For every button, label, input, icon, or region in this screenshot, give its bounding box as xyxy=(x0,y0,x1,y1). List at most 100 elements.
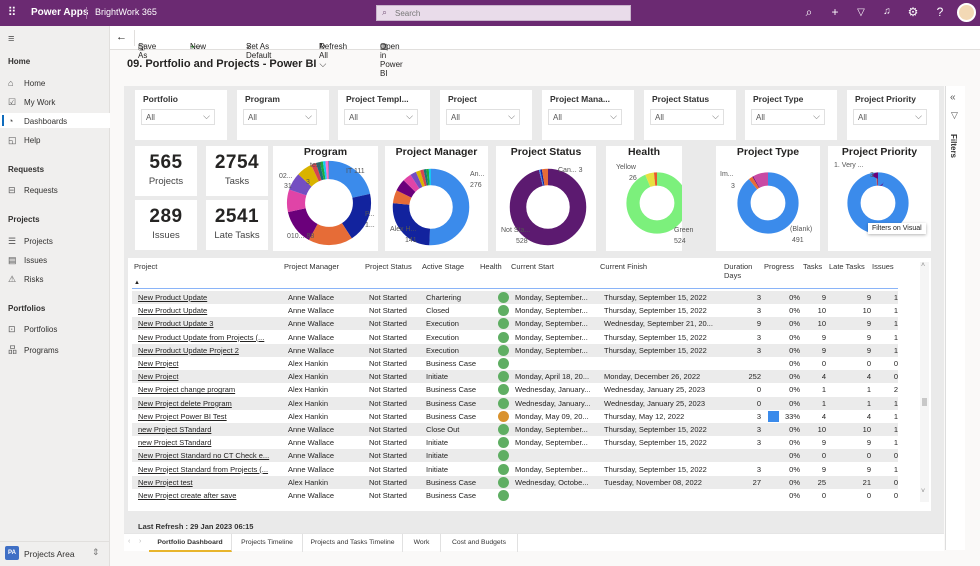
table-row[interactable]: New Product Update Project 2 Anne Wallace… xyxy=(132,343,898,357)
project-link[interactable]: New Project Standard from Projects (... xyxy=(138,465,268,474)
donut-project-type[interactable]: Project Type Im... 3 (Blank) 491 xyxy=(716,146,820,251)
project-link[interactable]: New Product Update xyxy=(138,293,207,302)
tab-prev-icon[interactable]: ‹ xyxy=(128,538,130,545)
project-link[interactable]: New Project xyxy=(138,372,178,381)
project-link[interactable]: New Product Update Project 2 xyxy=(138,346,239,355)
table-row[interactable]: new Project STandard Anne Wallace Not Star… xyxy=(132,436,898,449)
sidebar-item-issues[interactable]: ▤ Issues xyxy=(8,255,47,266)
search-icon[interactable]: ⌕ xyxy=(801,5,817,20)
project-link[interactable]: New Project test xyxy=(138,478,193,487)
table-row[interactable]: New Project delete Program Alex Hankin Not… xyxy=(132,396,898,410)
donut-health[interactable]: Health Yellow 26 Green 524 xyxy=(606,146,693,251)
column-header[interactable]: Health xyxy=(480,262,502,271)
table-row[interactable]: New Product Update from Projects (... Ann… xyxy=(132,331,898,344)
table-row[interactable]: New Product Update Anne Wallace Not Starte… xyxy=(132,291,898,304)
slicer-dropdown[interactable]: All ⌵ xyxy=(548,109,622,125)
tab-portfolio-dashboard[interactable]: Portfolio Dashboard xyxy=(149,534,232,552)
column-header[interactable]: Progress xyxy=(764,262,794,271)
tab-work[interactable]: Work xyxy=(403,534,441,552)
sidebar-item-home[interactable]: ⌂ Home xyxy=(8,78,45,88)
column-header[interactable]: Project Status xyxy=(365,262,412,271)
table-row[interactable]: New Project Power BI Test Alex Hankin Not … xyxy=(132,410,898,423)
column-header[interactable]: Project xyxy=(134,262,157,271)
project-link[interactable]: New Project Standard no CT Check e... xyxy=(138,451,269,460)
filter-icon[interactable]: ▽ xyxy=(853,7,869,18)
bell-icon[interactable]: ♫ xyxy=(879,6,895,17)
column-header[interactable]: Current Start xyxy=(511,262,554,271)
collapse-icon[interactable]: « xyxy=(950,92,956,103)
project-link[interactable]: New Product Update from Projects (... xyxy=(138,333,264,342)
column-header[interactable]: Late Tasks xyxy=(829,262,865,271)
hamburger-icon[interactable]: ≡ xyxy=(8,33,14,45)
slicer-dropdown[interactable]: All ⌵ xyxy=(751,109,825,125)
tab-projects-and-tasks-timeline[interactable]: Projects and Tasks Timeline xyxy=(303,534,403,552)
project-link[interactable]: New Project change program xyxy=(138,385,235,394)
sidebar-item-dashboards[interactable]: ◔ Dashboards xyxy=(8,116,67,126)
column-header[interactable]: Issues xyxy=(872,262,894,271)
slicer-dropdown[interactable]: All ⌵ xyxy=(141,109,215,125)
project-link[interactable]: New Project create after save xyxy=(138,491,236,500)
donut-slice[interactable] xyxy=(626,172,682,234)
table-row[interactable]: New Project Standard no CT Check e... Ann… xyxy=(132,449,898,463)
column-header[interactable]: Tasks xyxy=(803,262,822,271)
sidebar-item-risks[interactable]: ⚠ Risks xyxy=(8,274,44,285)
sidebar-item-my-work[interactable]: ☑ My Work xyxy=(8,97,55,108)
scrollbar-thumb[interactable] xyxy=(922,398,927,406)
project-link[interactable]: new Project STandard xyxy=(138,438,211,447)
column-header[interactable]: Duration Days xyxy=(724,262,764,280)
filters-pane[interactable]: « ▽ Filters xyxy=(945,86,965,550)
plus-icon[interactable]: + xyxy=(827,5,843,19)
chevron-down-icon[interactable]: ⌵ xyxy=(320,59,327,69)
table-row[interactable]: New Product Update 3 Anne Wallace Not Star… xyxy=(132,317,898,331)
help-icon[interactable]: ? xyxy=(932,5,948,19)
table-row[interactable]: New Product Update Anne Wallace Not Starte… xyxy=(132,304,898,317)
project-link[interactable]: New Product Update 3 xyxy=(138,319,213,328)
sidebar-item-portfolios[interactable]: ⊡ Portfolios xyxy=(8,324,57,335)
project-link[interactable]: New Product Update xyxy=(138,306,207,315)
sidebar-item-projects[interactable]: ☰ Projects xyxy=(8,236,53,247)
donut-project-priority[interactable]: Project Priority 1. Very ... 3 Filters o… xyxy=(828,146,931,251)
scroll-up-icon[interactable]: ˄ xyxy=(921,262,925,269)
table-row[interactable]: new Project STandard Anne Wallace Not Star… xyxy=(132,423,898,436)
gear-icon[interactable]: ⚙ xyxy=(905,5,921,19)
search-input[interactable]: ⌕ Search xyxy=(376,5,631,21)
environment-name[interactable]: BrightWork 365 xyxy=(95,7,157,17)
project-link[interactable]: New Project xyxy=(138,359,178,368)
sidebar-item-requests[interactable]: ⊟ Requests xyxy=(8,185,58,196)
project-link[interactable]: New Project delete Program xyxy=(138,399,232,408)
slicer-dropdown[interactable]: All ⌵ xyxy=(344,109,418,125)
table-row[interactable]: New Project change program Alex Hankin Not… xyxy=(132,383,898,396)
table-row[interactable]: New Project create after save Anne Wallac… xyxy=(132,489,898,502)
project-link[interactable]: new Project STandard xyxy=(138,425,211,434)
area-switcher[interactable]: PA Projects Area ⇕ xyxy=(0,544,110,564)
table-row[interactable]: New Project Alex Hankin Not Started Busines… xyxy=(132,357,898,370)
page-title[interactable]: 09. Portfolio and Projects - Power BI ⌵ xyxy=(127,58,326,70)
slicer-dropdown[interactable]: All ⌵ xyxy=(446,109,520,125)
column-header[interactable]: Current Finish xyxy=(600,262,647,271)
scrollbar[interactable]: ˄ ˅ xyxy=(920,262,929,502)
table-row[interactable]: New Project test Alex Hankin Not Started Bu… xyxy=(132,475,898,489)
avatar[interactable] xyxy=(957,3,976,22)
donut-project-manager[interactable]: Project Manager An... 276 Alex H... 141 xyxy=(385,146,488,251)
sidebar-item-programs[interactable]: 品 Programs xyxy=(8,343,59,356)
waffle-icon[interactable]: ⠿ xyxy=(4,5,20,19)
slicer-dropdown[interactable]: All ⌵ xyxy=(650,109,724,125)
sidebar-item-help[interactable]: ◱ Help xyxy=(8,135,40,146)
donut-slice[interactable] xyxy=(737,172,799,234)
tab-cost-and-budgets[interactable]: Cost and Budgets xyxy=(441,534,518,552)
slicer-dropdown[interactable]: All ⌵ xyxy=(853,109,927,125)
tab-projects-timeline[interactable]: Projects Timeline xyxy=(232,534,303,552)
slicer-dropdown[interactable]: All ⌵ xyxy=(243,109,317,125)
donut-project-status[interactable]: Project Status Can... 3 Not Sta... 528 xyxy=(496,146,596,251)
table-row[interactable]: New Project Alex Hankin Not Started Initiat… xyxy=(132,370,898,384)
project-link[interactable]: New Project Power BI Test xyxy=(138,412,227,421)
back-icon[interactable]: ← xyxy=(116,31,127,43)
donut-program[interactable]: Program test 02... 31 3 IT 111 P... 1...… xyxy=(273,146,378,251)
sort-ascending-icon[interactable]: ▲ xyxy=(134,280,140,286)
chevron-down-icon[interactable]: ⌵ xyxy=(195,42,201,52)
table-row[interactable]: New Project Standard from Projects (... A… xyxy=(132,463,898,476)
column-header[interactable]: Project Manager xyxy=(284,262,339,271)
tab-next-icon[interactable]: › xyxy=(139,538,141,545)
scroll-down-icon[interactable]: ˅ xyxy=(921,488,925,495)
column-header[interactable]: Active Stage xyxy=(422,262,464,271)
